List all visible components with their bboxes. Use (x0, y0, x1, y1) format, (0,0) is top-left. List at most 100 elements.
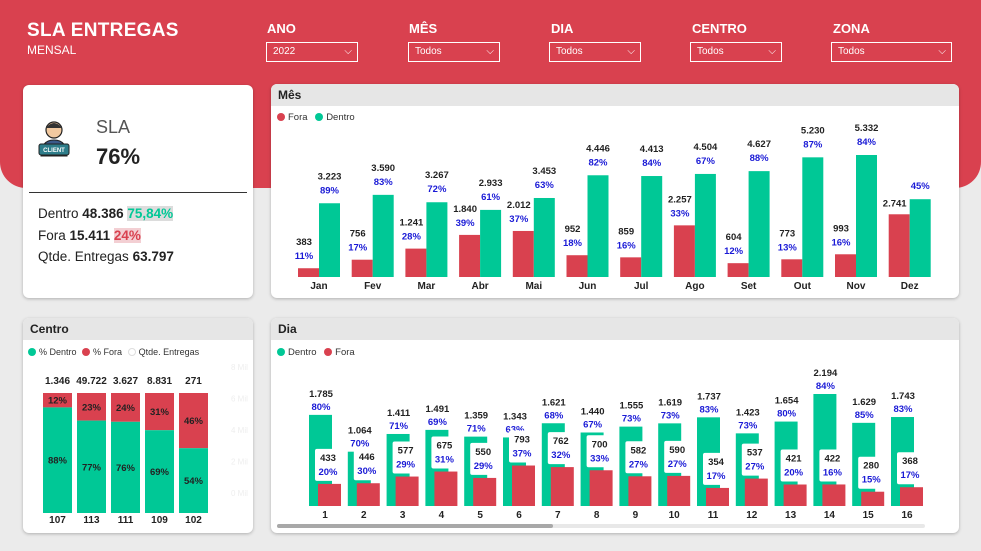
data-label-fora: 422 (824, 453, 840, 464)
bar-fora (434, 471, 458, 506)
pct-label-dentro: 82% (588, 157, 608, 168)
data-label-dentro: 5.332 (855, 123, 879, 134)
client-icon-text: CLIENT (43, 148, 65, 154)
pct-label-fora: 33% (670, 208, 690, 219)
data-label-dentro: 1.423 (736, 407, 760, 418)
total-label: 271 (185, 376, 202, 387)
data-label-dentro: 4.504 (694, 142, 718, 153)
data-label-fora: 537 (747, 448, 763, 459)
pct-label-fora: 23% (82, 402, 102, 413)
bar-fora (550, 467, 574, 506)
data-label-fora: 280 (863, 461, 879, 472)
chevron-down-icon: ⌵ (938, 46, 946, 57)
pct-label-fora: 39% (456, 218, 476, 229)
x-tick-label: Jun (579, 281, 597, 292)
kpi-fora-pct: 24% (113, 228, 141, 243)
data-label-dentro: 1.629 (852, 397, 876, 408)
pct-label-dentro: 83% (893, 404, 913, 415)
kpi-label: SLA (96, 117, 131, 137)
pct-label-fora: 31% (435, 455, 455, 466)
pct-label-fora: 29% (396, 460, 416, 471)
data-label-fora: 446 (359, 452, 375, 463)
pct-label-dentro: 63% (535, 180, 555, 191)
x-tick-label: 113 (83, 515, 100, 526)
filter-mes-dropdown[interactable]: Todos ⌵ (408, 42, 500, 62)
x-tick-label: Mai (525, 281, 542, 292)
data-label-fora: 773 (779, 228, 795, 239)
filter-zona-dropdown[interactable]: Todos ⌵ (831, 42, 952, 62)
bar-fora (566, 255, 588, 277)
x-tick-label: 1 (322, 510, 328, 521)
filter-ano-dropdown[interactable]: 2022 ⌵ (266, 42, 358, 62)
bar-fora (512, 230, 534, 277)
filter-dia-dropdown[interactable]: Todos ⌵ (549, 42, 641, 62)
x-tick-label: 12 (746, 510, 758, 521)
horizontal-scrollbar[interactable] (277, 524, 925, 528)
pct-label-fora: 24% (116, 403, 136, 414)
pct-label-dentro: 61% (481, 192, 501, 203)
kpi-dentro-pct: 75,84% (127, 206, 174, 221)
page-title: SLA ENTREGAS (27, 20, 179, 41)
pct-label-fora: 11% (295, 251, 314, 262)
data-label-fora: 700 (592, 439, 608, 450)
data-label-dentro: 1.555 (620, 401, 644, 412)
bar-fora (783, 484, 807, 506)
filter-label-centro: CENTRO (692, 21, 747, 36)
x-tick-label: 9 (633, 510, 639, 521)
bar-dentro (533, 197, 555, 277)
secondary-axis-tick: 2 Mil (231, 458, 248, 467)
data-label-dentro: 1.743 (891, 391, 915, 402)
x-tick-label: Abr (471, 281, 488, 292)
pct-label-dentro: 71% (467, 424, 487, 435)
pct-label-fora: 18% (563, 238, 583, 249)
data-label-fora: 2.741 (883, 198, 907, 209)
pct-label-fora: 13% (778, 242, 798, 253)
data-label-dentro: 1.785 (309, 389, 333, 400)
total-label: 49.722 (76, 376, 107, 387)
data-label-fora: 762 (553, 436, 569, 447)
total-label: 8.831 (147, 376, 172, 387)
pct-label-fora: 12% (48, 396, 68, 407)
bar-fora (822, 484, 846, 506)
pct-label-dentro: 80% (311, 402, 331, 413)
bar-fora (628, 476, 652, 506)
day-bar-chart: 1.78580%43320%11.06470%44630%21.41171%57… (309, 368, 923, 521)
x-tick-label: Set (741, 281, 757, 292)
pct-label-dentro: 87% (803, 139, 823, 150)
filter-centro-dropdown[interactable]: Todos ⌵ (690, 42, 782, 62)
data-label-dentro: 1.621 (542, 397, 566, 408)
bar-dentro (909, 199, 931, 277)
pct-label-dentro: 67% (696, 156, 716, 167)
kpi-total-label: Qtde. Entregas (38, 249, 129, 264)
chevron-down-icon: ⌵ (486, 46, 494, 57)
chevron-down-icon: ⌵ (344, 46, 352, 57)
pct-label-fora: 27% (668, 459, 688, 470)
pct-label-fora: 29% (474, 461, 494, 472)
data-label-fora: 582 (630, 445, 646, 456)
data-label-dentro: 2.194 (814, 368, 838, 379)
total-label: 3.627 (113, 376, 138, 387)
filter-label-dia: DIA (551, 21, 574, 36)
data-label-fora: 993 (833, 223, 849, 234)
x-tick-label: 109 (151, 515, 168, 526)
pct-label-fora: 17% (348, 243, 368, 254)
total-label: 1.346 (45, 376, 70, 387)
pct-label-dentro: 85% (855, 410, 875, 421)
data-label-fora: 2.257 (668, 194, 692, 205)
data-label-fora: 859 (618, 226, 634, 237)
bar-fora (888, 214, 910, 277)
pct-label-dentro: 68% (544, 410, 564, 421)
data-label-fora: 590 (669, 445, 685, 456)
scrollbar-thumb[interactable] (277, 524, 553, 528)
x-tick-label: Fev (364, 281, 382, 292)
pct-label-fora: 20% (784, 468, 804, 479)
x-tick-label: 102 (185, 515, 202, 526)
data-label-dentro: 3.590 (371, 163, 395, 174)
bar-fora (298, 268, 319, 277)
secondary-axis-tick: 4 Mil (231, 426, 248, 435)
x-tick-label: Jul (634, 281, 649, 292)
x-tick-label: Dez (901, 281, 919, 292)
secondary-axis-tick: 8 Mil (231, 363, 248, 372)
data-label-fora: 368 (902, 456, 918, 467)
filter-ano-value: 2022 (273, 46, 296, 57)
